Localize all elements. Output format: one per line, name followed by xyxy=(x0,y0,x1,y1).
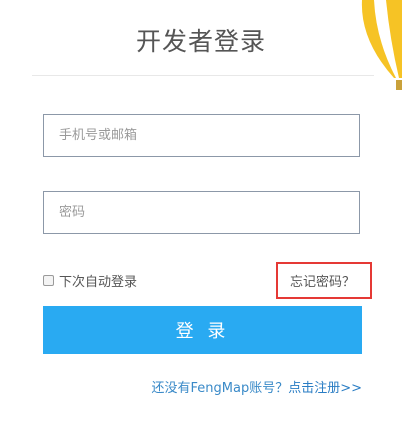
register-link[interactable]: 点击注册>> xyxy=(288,381,362,396)
remember-checkbox[interactable] xyxy=(43,274,54,286)
register-prompt-line: 还没有FengMap账号？点击注册>> xyxy=(152,377,363,396)
login-page: 开发者登录 下次自动登录 忘记密码？ 登 录 还没有FengMap账号？点击注册… xyxy=(0,0,402,429)
forgot-password-link[interactable]: 忘记密码？ xyxy=(290,271,355,290)
register-prompt: 还没有FengMap账号？ xyxy=(151,381,289,396)
balloon-icon xyxy=(361,0,402,90)
password-field[interactable] xyxy=(43,191,360,234)
phone-email-field[interactable] xyxy=(43,114,360,157)
remember-me[interactable]: 下次自动登录 xyxy=(43,271,137,290)
login-button[interactable]: 登 录 xyxy=(43,306,362,354)
remember-label[interactable]: 下次自动登录 xyxy=(59,271,137,290)
phone-email-input[interactable] xyxy=(44,115,359,156)
title-divider xyxy=(32,75,374,76)
page-title: 开发者登录 xyxy=(135,27,266,56)
password-input[interactable] xyxy=(44,192,359,233)
